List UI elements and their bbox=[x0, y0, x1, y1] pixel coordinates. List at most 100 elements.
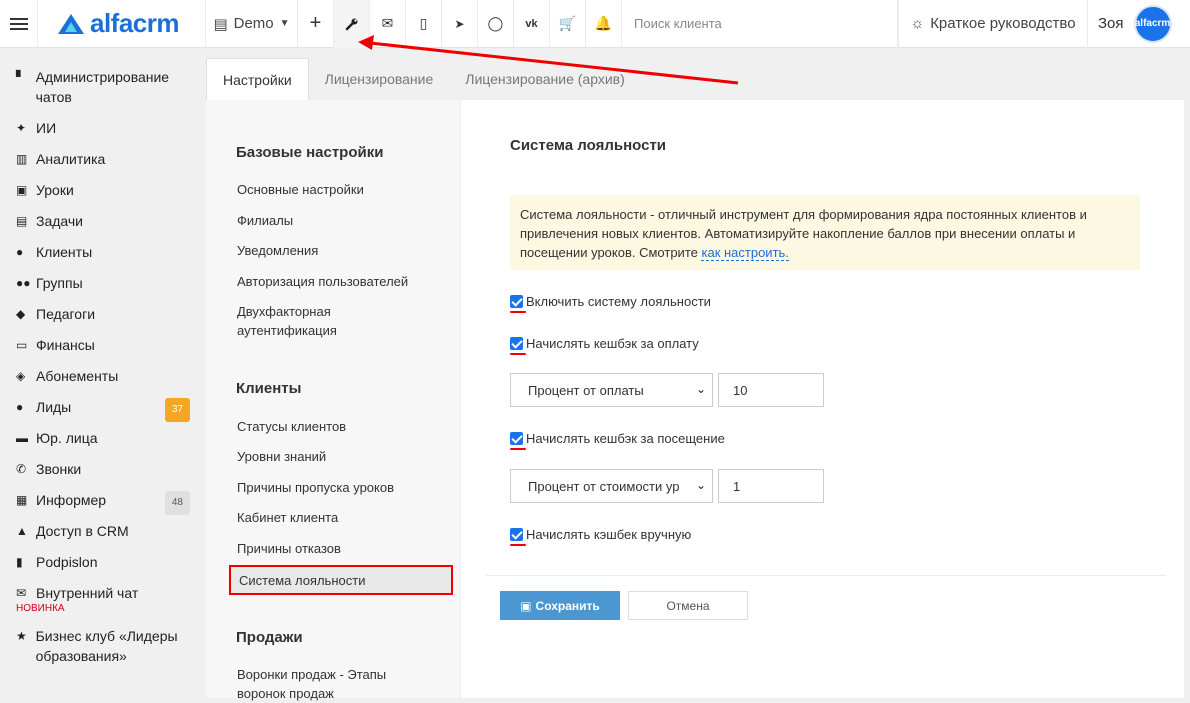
payment-cashback-type-select[interactable]: Процент от оплаты ⌄ bbox=[510, 373, 713, 407]
user-icon: ● bbox=[16, 245, 24, 259]
sidebar-item-podpislon[interactable]: ▮ Podpislon bbox=[0, 552, 206, 572]
settings-panel: Базовые настройки Основные настройки Фил… bbox=[206, 100, 1184, 701]
cart-button[interactable]: 🛒 bbox=[550, 0, 586, 48]
highlight-underline bbox=[510, 311, 526, 313]
money-icon: ▭ bbox=[16, 338, 28, 352]
sidebar-item-subscriptions[interactable]: ◈ Абонементы bbox=[0, 366, 206, 386]
document-icon: ▮ bbox=[16, 555, 23, 569]
loyalty-settings-form: Система лояльности Система лояльности - … bbox=[461, 100, 1184, 698]
cashback-manual-checkbox[interactable]: Начислять кэшбек вручную bbox=[510, 527, 691, 546]
form-divider bbox=[486, 575, 1166, 576]
cashback-payment-checkbox[interactable]: Начислять кешбэк за оплату bbox=[510, 336, 699, 355]
tab-licensing-archive[interactable]: Лицензирование (архив) bbox=[449, 58, 641, 100]
settings-tabs: Настройки Лицензирование Лицензирование … bbox=[206, 58, 641, 100]
sidebar-item-ai[interactable]: ✦ ИИ bbox=[0, 118, 206, 138]
sidebar-item-admin-chats[interactable]: ▘ Администрирование чатов bbox=[0, 67, 206, 107]
menu-item-main-settings[interactable]: Основные настройки bbox=[237, 180, 364, 199]
user-menu[interactable]: Зоя alfacrm bbox=[1088, 0, 1190, 48]
checkbox-checked-icon bbox=[510, 432, 526, 450]
visit-cashback-value-input[interactable]: 1 bbox=[718, 469, 824, 503]
chevron-down-icon: ⌄ bbox=[695, 478, 706, 492]
sidebar-item-clients[interactable]: ● Клиенты bbox=[0, 242, 206, 262]
menu-item-user-auth[interactable]: Авторизация пользователей bbox=[237, 272, 408, 291]
menu-item-absence-reasons[interactable]: Причины пропуска уроков bbox=[237, 478, 394, 497]
save-button[interactable]: ▣ Сохранить bbox=[500, 591, 620, 620]
clipboard-icon: ▤ bbox=[16, 214, 28, 228]
admin-chats-icon: ▘ bbox=[16, 70, 26, 84]
section-sales: Продажи bbox=[236, 629, 303, 646]
sidebar-item-business-club[interactable]: ★ Бизнес клуб «Лидеры образования» bbox=[0, 626, 206, 666]
bell-icon: 🔔 bbox=[594, 15, 613, 31]
tab-licensing[interactable]: Лицензирование bbox=[309, 58, 450, 100]
phone-icon: ✆ bbox=[16, 462, 27, 476]
mail-icon: ✉ bbox=[16, 586, 27, 600]
menu-item-client-cabinet[interactable]: Кабинет клиента bbox=[237, 508, 338, 527]
sidebar-item-lessons[interactable]: ▣ Уроки bbox=[0, 180, 206, 200]
highlight-underline bbox=[510, 353, 526, 355]
checkbox-checked-icon bbox=[510, 528, 526, 546]
menu-item-branches[interactable]: Филиалы bbox=[237, 211, 293, 230]
search-placeholder: Поиск клиента bbox=[634, 16, 722, 31]
sidebar-item-informer[interactable]: ▦ Информер 48 bbox=[0, 490, 206, 515]
plus-icon: + bbox=[309, 12, 322, 34]
cancel-button[interactable]: Отмена bbox=[628, 591, 748, 620]
section-clients: Клиенты bbox=[236, 380, 302, 397]
sidebar-item-teachers[interactable]: ◆ Педагоги bbox=[0, 304, 206, 324]
sidebar-item-finance[interactable]: ▭ Финансы bbox=[0, 335, 206, 355]
sidebar-item-crm-access[interactable]: ▲ Доступ в CRM bbox=[0, 521, 206, 541]
payment-cashback-value-input[interactable]: 10 bbox=[718, 373, 824, 407]
client-search-input[interactable]: Поиск клиента bbox=[622, 0, 898, 48]
sidebar-item-legal-entities[interactable]: ▬ Юр. лица bbox=[0, 428, 206, 448]
teacher-icon: ◆ bbox=[16, 307, 26, 321]
vk-icon: vk bbox=[525, 17, 538, 30]
logo[interactable]: alfacrm bbox=[38, 0, 206, 48]
checkbox-checked-icon bbox=[510, 295, 526, 313]
chevron-down-icon: ⌄ bbox=[695, 382, 706, 396]
email-button[interactable]: ✉ bbox=[370, 0, 406, 48]
add-button[interactable]: + bbox=[298, 0, 334, 48]
menu-item-loyalty-system[interactable]: Система лояльности bbox=[229, 565, 453, 595]
sms-button[interactable]: ▯ bbox=[406, 0, 442, 48]
sidebar-item-internal-chat[interactable]: ✉ Внутренний чат НОВИНКА bbox=[0, 583, 206, 615]
telegram-button[interactable]: ➤ bbox=[442, 0, 478, 48]
sidebar-item-calls[interactable]: ✆ Звонки bbox=[0, 459, 206, 479]
notifications-button[interactable]: 🔔 bbox=[586, 0, 622, 48]
settings-wrench-button[interactable] bbox=[334, 0, 370, 48]
settings-menu: Базовые настройки Основные настройки Фил… bbox=[206, 100, 461, 701]
wrench-icon bbox=[345, 18, 357, 30]
sidebar-item-groups[interactable]: ●● Группы bbox=[0, 273, 206, 293]
whatsapp-button[interactable]: ◯ bbox=[478, 0, 514, 48]
section-basic-settings: Базовые настройки bbox=[236, 144, 384, 161]
branch-selector[interactable]: ▤ Demo ▼ bbox=[206, 0, 298, 48]
vk-button[interactable]: vk bbox=[514, 0, 550, 48]
quick-guide-button[interactable]: ☼ Краткое руководство bbox=[898, 0, 1088, 48]
mobile-icon: ▯ bbox=[419, 15, 428, 31]
page-title: Система лояльности bbox=[510, 137, 667, 154]
checkbox-checked-icon bbox=[510, 337, 526, 355]
sidebar: ▘ Администрирование чатов ✦ ИИ ▥ Аналитика … bbox=[0, 49, 206, 698]
tab-settings[interactable]: Настройки bbox=[206, 58, 309, 100]
calendar-icon: ▣ bbox=[16, 183, 28, 197]
enable-loyalty-checkbox[interactable]: Включить систему лояльности bbox=[510, 294, 711, 313]
sidebar-item-analytics[interactable]: ▥ Аналитика bbox=[0, 149, 206, 169]
tag-icon: ◈ bbox=[16, 369, 26, 383]
sidebar-item-leads[interactable]: ● Лиды 37 bbox=[0, 397, 206, 422]
menu-item-client-statuses[interactable]: Статусы клиентов bbox=[237, 417, 346, 436]
new-label: НОВИНКА bbox=[16, 603, 65, 614]
menu-item-two-factor[interactable]: Двухфакторная аутентификация bbox=[237, 302, 387, 340]
menu-item-sales-funnels[interactable]: Воронки продаж - Этапы воронок продаж bbox=[237, 665, 427, 703]
how-to-setup-link[interactable]: как настроить. bbox=[701, 245, 789, 261]
menu-item-notifications[interactable]: Уведомления bbox=[237, 241, 318, 260]
floppy-disk-icon: ▣ bbox=[520, 598, 532, 613]
visit-cashback-type-select[interactable]: Процент от стоимости ур ⌄ bbox=[510, 469, 713, 503]
cashback-visit-checkbox[interactable]: Начислять кешбэк за посещение bbox=[510, 431, 725, 450]
menu-toggle-button[interactable] bbox=[0, 0, 38, 48]
telegram-icon: ➤ bbox=[454, 16, 465, 31]
sidebar-item-tasks[interactable]: ▤ Задачи bbox=[0, 211, 206, 231]
menu-item-refusal-reasons[interactable]: Причины отказов bbox=[237, 539, 341, 558]
top-bar: alfacrm ▤ Demo ▼ + ✉ ▯ ➤ ◯ vk 🛒 🔔 Поиск … bbox=[0, 0, 1190, 48]
inbox-icon: ▦ bbox=[16, 493, 28, 507]
ai-sparkle-icon: ✦ bbox=[16, 121, 27, 135]
menu-item-knowledge-levels[interactable]: Уровни знаний bbox=[237, 447, 326, 466]
star-icon: ★ bbox=[16, 629, 27, 643]
